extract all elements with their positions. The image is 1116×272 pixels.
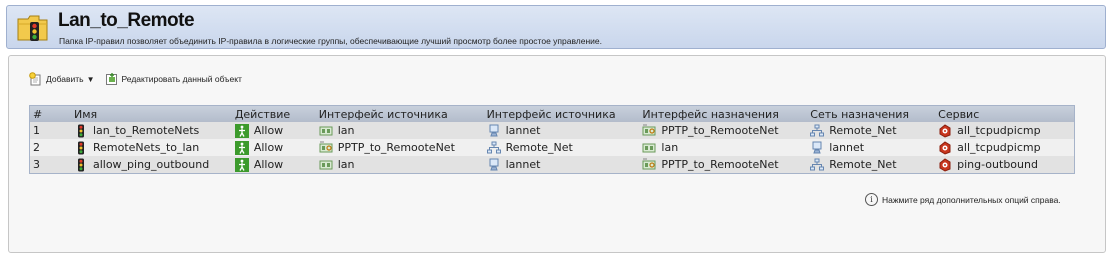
vpn-interface-icon — [642, 124, 656, 138]
cell-number: 1 — [30, 124, 72, 137]
destination-interface: lan — [661, 141, 679, 154]
interface-icon — [319, 124, 333, 138]
source-network: lannet — [505, 124, 541, 137]
service-name: all_tcpudpicmp — [957, 141, 1041, 154]
cell-source-interface: lan — [319, 158, 487, 172]
service-icon — [938, 157, 952, 172]
cell-service: all_tcpudpicmp — [938, 123, 1074, 138]
add-button[interactable]: Добавить ▼ — [29, 72, 95, 86]
rule-action: Allow — [253, 124, 284, 137]
table-body: 1 lan_to_RemoteNets Allow lan lannet PPTP_to_… — [30, 122, 1074, 173]
rule-icon — [74, 124, 88, 138]
cell-action: Allow — [234, 157, 319, 172]
cell-destination-network: lannet — [810, 141, 938, 155]
cell-service: ping-outbound — [938, 157, 1074, 172]
network-icon — [486, 141, 501, 155]
source-interface: lan — [337, 158, 355, 171]
content-panel: Добавить ▼ Редактировать данный объект #… — [8, 55, 1106, 253]
page-title: Lan_to_Remote — [58, 10, 195, 31]
help-hint: i Нажмите ряд дополнительных опций справ… — [865, 193, 1061, 206]
add-new-icon — [29, 72, 41, 86]
source-network: Remote_Net — [505, 141, 573, 154]
host-icon — [810, 141, 824, 155]
host-icon — [487, 124, 501, 138]
service-name: all_tcpudpicmp — [957, 124, 1041, 137]
rule-name: allow_ping_outbound — [92, 158, 210, 171]
cell-service: all_tcpudpicmp — [938, 140, 1074, 155]
column-header-name[interactable]: Имя — [72, 108, 235, 121]
page-subtitle: Папка IP-правил позволяет объединить IP-… — [59, 36, 603, 46]
cell-destination-network: Remote_Net — [810, 158, 938, 172]
cell-destination-interface: PPTP_to_RemooteNet — [642, 158, 810, 172]
row-number: 2 — [33, 141, 40, 154]
column-header-destination-interface[interactable]: Интерфейс назначения — [642, 108, 810, 121]
allow-icon — [234, 140, 249, 155]
destination-network: Remote_Net — [829, 124, 897, 137]
column-header-source-network[interactable]: Интерфейс источника — [487, 108, 643, 121]
table-row[interactable]: 3 allow_ping_outbound Allow lan lannet PPTP_t… — [30, 156, 1074, 173]
column-header-number[interactable]: # — [30, 108, 72, 121]
help-text: Нажмите ряд дополнительных опций справа. — [882, 194, 1061, 205]
add-button-label: Добавить — [46, 74, 84, 84]
service-icon — [938, 123, 952, 138]
edit-object-label: Редактировать данный объект — [121, 74, 242, 84]
table-row[interactable]: 1 lan_to_RemoteNets Allow lan lannet PPTP_to_… — [30, 122, 1074, 139]
cell-source-network: lannet — [487, 124, 643, 138]
destination-interface: PPTP_to_RemooteNet — [661, 158, 779, 171]
cell-source-network: lannet — [487, 158, 643, 172]
service-icon — [938, 140, 952, 155]
allow-icon — [234, 123, 249, 138]
rule-action: Allow — [253, 158, 284, 171]
vpn-interface-icon — [642, 158, 656, 172]
allow-icon — [234, 157, 249, 172]
cell-source-interface: PPTP_to_RemooteNet — [319, 141, 487, 155]
info-icon: i — [865, 193, 878, 206]
row-number: 1 — [33, 124, 40, 137]
vpn-interface-icon — [319, 141, 333, 155]
edit-object-button[interactable]: Редактировать данный объект — [105, 72, 242, 86]
cell-action: Allow — [234, 123, 319, 138]
column-header-service[interactable]: Сервис — [938, 108, 1074, 121]
cell-source-network: Remote_Net — [486, 141, 643, 155]
cell-number: 2 — [30, 141, 72, 154]
table-header: # Имя Действие Интерфейс источника Интер… — [30, 106, 1074, 122]
cell-destination-interface: lan — [642, 141, 810, 155]
network-icon — [810, 158, 825, 172]
rule-action: Allow — [253, 141, 284, 154]
interface-icon — [319, 158, 333, 172]
source-network: lannet — [505, 158, 541, 171]
rule-name: lan_to_RemoteNets — [92, 124, 200, 137]
cell-action: Allow — [234, 140, 319, 155]
column-header-source-interface[interactable]: Интерфейс источника — [319, 108, 487, 121]
column-header-action[interactable]: Действие — [235, 108, 319, 121]
edit-object-icon — [105, 73, 117, 85]
rule-icon — [74, 141, 88, 155]
cell-source-interface: lan — [319, 124, 487, 138]
service-name: ping-outbound — [957, 158, 1038, 171]
destination-network: Remote_Net — [829, 158, 897, 171]
toolbar: Добавить ▼ Редактировать данный объект — [29, 70, 252, 88]
host-icon — [487, 158, 501, 172]
cell-number: 3 — [30, 158, 72, 171]
cell-name[interactable]: lan_to_RemoteNets — [72, 124, 235, 138]
interface-icon — [642, 141, 656, 155]
cell-name[interactable]: RemoteNets_to_lan — [72, 141, 235, 155]
cell-destination-interface: PPTP_to_RemooteNet — [642, 124, 810, 138]
rule-name: RemoteNets_to_lan — [92, 141, 200, 154]
page-header: Lan_to_Remote Папка IP-правил позволяет … — [6, 5, 1106, 49]
source-interface: lan — [337, 124, 355, 137]
row-number: 3 — [33, 158, 40, 171]
column-header-destination-network[interactable]: Сеть назначения — [810, 108, 938, 121]
destination-network: lannet — [829, 141, 865, 154]
ip-rules-table: # Имя Действие Интерфейс источника Интер… — [29, 105, 1075, 174]
table-row[interactable]: 2 RemoteNets_to_lan Allow PPTP_to_RemooteNe… — [30, 139, 1074, 156]
cell-name[interactable]: allow_ping_outbound — [72, 158, 235, 172]
rule-icon — [74, 158, 88, 172]
destination-interface: PPTP_to_RemooteNet — [661, 124, 779, 137]
chevron-down-icon: ▼ — [86, 74, 95, 84]
network-icon — [810, 124, 825, 138]
source-interface: PPTP_to_RemooteNet — [337, 141, 455, 154]
folder-rules-icon — [17, 15, 48, 41]
cell-destination-network: Remote_Net — [810, 124, 938, 138]
